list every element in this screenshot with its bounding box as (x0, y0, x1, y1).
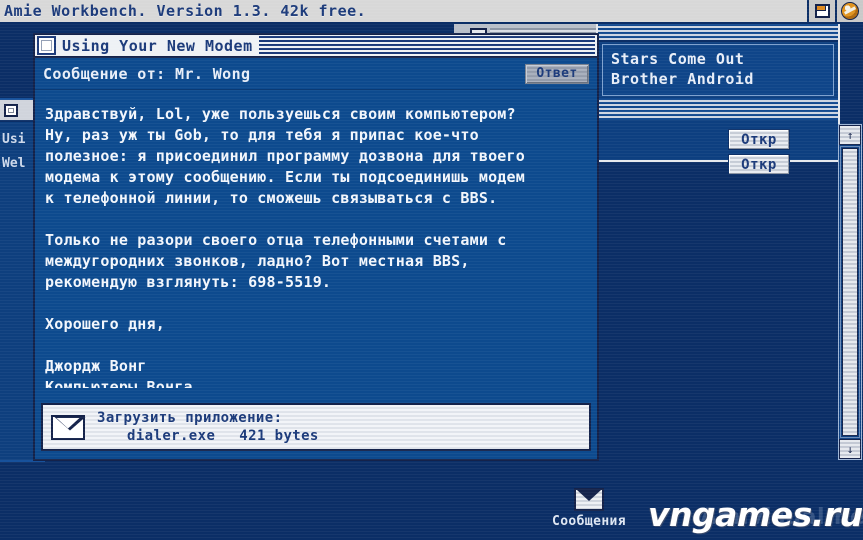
depth-icon (814, 4, 830, 18)
attachment-filesize: 421 bytes (239, 428, 319, 444)
open-button-1[interactable]: Откр (728, 129, 790, 150)
scroll-down-arrow-icon[interactable]: ↓ (839, 439, 861, 459)
scrollbar-track[interactable] (840, 146, 860, 438)
vertical-scrollbar[interactable]: ↑ ↓ (838, 124, 862, 460)
scroll-up-arrow-icon[interactable]: ↑ (839, 125, 861, 145)
message-body-text: Здравствуй, Lol, уже пользуешься своим к… (45, 105, 525, 388)
message-list-panel: Stars Come Out Brother Android (596, 22, 840, 162)
titlebar-drag-stripes[interactable] (258, 36, 595, 55)
list-item[interactable]: Brother Android (603, 69, 833, 89)
desktop-icon-messages[interactable]: Сообщения (549, 488, 629, 529)
attachment-bar[interactable]: Загрузить приложение: dialer.exe 421 byte… (41, 403, 591, 451)
attachment-filename[interactable]: dialer.exe (127, 428, 215, 444)
ball-gadget-button[interactable] (835, 0, 863, 22)
attachment-prompt: Загрузить приложение: (97, 410, 283, 426)
workbench-gadgets (807, 0, 863, 22)
envelope-icon[interactable] (574, 488, 604, 511)
message-window-titlebar[interactable]: Using Your New Modem (35, 35, 597, 58)
panel-top-stripes (598, 24, 838, 42)
desktop-icon-label: Сообщения (551, 514, 627, 529)
message-window: Using Your New Modem Сообщение от: Mr. W… (33, 33, 599, 461)
close-icon[interactable] (37, 36, 56, 55)
message-from-label: Сообщение от: Mr. Wong (43, 64, 251, 83)
scrollbar-thumb[interactable] (842, 148, 858, 436)
ball-icon (841, 2, 859, 20)
envelope-icon (51, 414, 85, 440)
window-title: Using Your New Modem (62, 36, 253, 55)
workbench-title-bar[interactable]: Amie Workbench. Version 1.3. 42k free. (0, 0, 863, 24)
amiga-desktop: Usi Wel Stars Come Out Brother Android О… (0, 0, 863, 540)
panel-bottom-stripes (598, 98, 838, 120)
workbench-title-text: Amie Workbench. Version 1.3. 42k free. (4, 2, 367, 20)
message-from-row: Сообщение от: Mr. Wong Ответ (35, 58, 597, 90)
open-button-2[interactable]: Откр (728, 154, 790, 175)
depth-gadget-button[interactable] (807, 0, 835, 22)
list-item[interactable]: Stars Come Out (603, 49, 833, 69)
close-icon[interactable] (4, 103, 18, 117)
reply-button[interactable]: Ответ (525, 63, 589, 84)
message-list: Stars Come Out Brother Android (602, 44, 834, 96)
watermark-foreground: vngames.ru (648, 495, 863, 534)
